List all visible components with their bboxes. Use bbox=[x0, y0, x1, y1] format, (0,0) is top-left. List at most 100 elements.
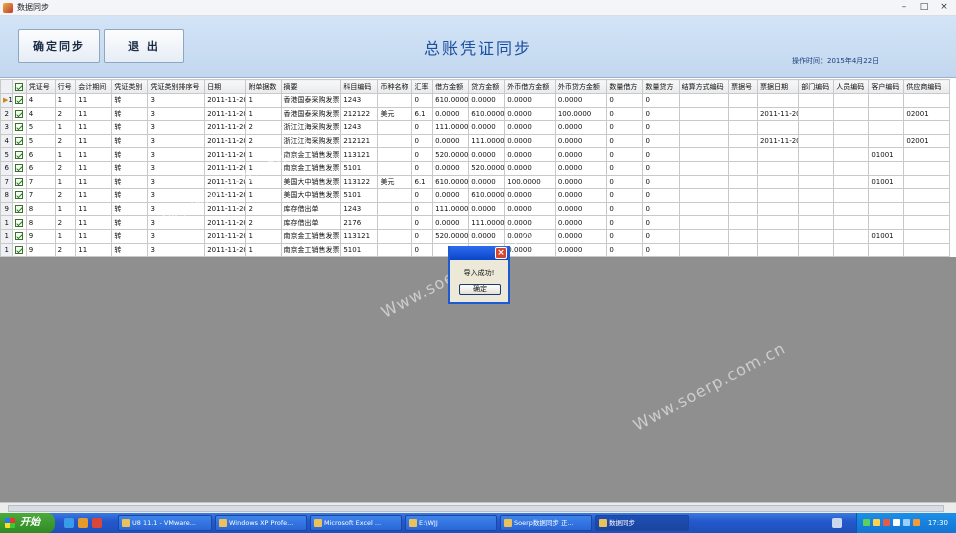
taskbar-item-vmware[interactable]: U8 11.1 - VMware... bbox=[118, 515, 212, 531]
table-cell[interactable] bbox=[798, 174, 835, 190]
table-cell[interactable]: 1 bbox=[245, 106, 282, 122]
column-header[interactable]: 凭证类别 bbox=[111, 79, 149, 94]
table-cell[interactable]: 0 bbox=[411, 201, 434, 217]
checkbox-checked-icon[interactable] bbox=[15, 137, 24, 146]
tray-icon[interactable] bbox=[903, 519, 910, 526]
quicklaunch-explorer-icon[interactable] bbox=[78, 518, 88, 528]
table-cell[interactable]: 2011-11-20 bbox=[204, 93, 247, 108]
table-cell[interactable]: 0 bbox=[606, 215, 644, 230]
table-cell[interactable]: 4 bbox=[25, 106, 56, 122]
table-cell[interactable]: 0.0000 bbox=[432, 133, 470, 149]
table-cell[interactable]: 2011-11-20 bbox=[204, 215, 247, 230]
column-header[interactable]: 供应商编码 bbox=[903, 79, 950, 94]
tray-icon[interactable] bbox=[883, 519, 890, 526]
table-cell[interactable]: 0 bbox=[642, 242, 680, 257]
table-cell[interactable] bbox=[728, 242, 758, 257]
taskbar-item-excel[interactable]: Microsoft Excel ... bbox=[310, 515, 402, 531]
column-header[interactable]: 汇率 bbox=[411, 79, 434, 94]
table-cell[interactable] bbox=[678, 147, 730, 162]
table-cell[interactable] bbox=[678, 228, 730, 244]
table-row[interactable]: 2 4 2 11 转 3 2011-11-20 1 香港国泰采购发票 212122 美元 6.1 0.0… bbox=[0, 106, 950, 122]
tray-icon[interactable] bbox=[873, 519, 880, 526]
row-checkbox[interactable] bbox=[12, 228, 27, 244]
table-cell[interactable]: 0 bbox=[642, 147, 680, 162]
column-header[interactable]: 票据号 bbox=[728, 79, 758, 94]
table-cell[interactable] bbox=[678, 93, 730, 108]
table-cell[interactable]: 0 bbox=[606, 188, 644, 203]
table-cell[interactable] bbox=[868, 120, 905, 135]
table-cell[interactable] bbox=[903, 93, 950, 108]
table-cell[interactable]: 3 bbox=[147, 160, 206, 176]
tray-icon[interactable] bbox=[893, 519, 900, 526]
table-cell[interactable]: 0 bbox=[411, 133, 434, 149]
table-cell[interactable]: 2011-11-20 bbox=[756, 133, 800, 149]
table-cell[interactable] bbox=[756, 120, 800, 135]
column-header[interactable]: 日期 bbox=[204, 79, 247, 94]
table-cell[interactable] bbox=[868, 160, 905, 176]
table-cell[interactable] bbox=[728, 133, 758, 149]
table-cell[interactable]: 3 bbox=[147, 133, 206, 149]
table-cell[interactable]: 11 bbox=[75, 215, 113, 230]
table-cell[interactable]: 0.0000 bbox=[554, 215, 608, 230]
table-cell[interactable]: 转 bbox=[111, 242, 149, 257]
table-cell[interactable]: 转 bbox=[111, 133, 149, 149]
table-row[interactable]: 9 8 1 11 转 3 2011-11-20 2 库存借出单 1243 0 111.0000 0.00… bbox=[0, 201, 950, 217]
table-cell[interactable] bbox=[678, 201, 730, 217]
table-cell[interactable]: 11 bbox=[75, 174, 113, 190]
table-cell[interactable]: 0.0000 bbox=[504, 201, 556, 217]
checkbox-checked-icon[interactable] bbox=[15, 123, 24, 132]
table-cell[interactable]: 0.0000 bbox=[432, 215, 470, 230]
table-cell[interactable]: 0 bbox=[642, 228, 680, 244]
table-cell[interactable]: 610.0000 bbox=[432, 174, 470, 190]
row-checkbox[interactable] bbox=[12, 93, 27, 108]
table-cell[interactable] bbox=[728, 106, 758, 122]
table-cell[interactable]: 100.0000 bbox=[554, 106, 608, 122]
table-cell[interactable] bbox=[833, 106, 870, 122]
table-cell[interactable]: 2 bbox=[54, 242, 77, 257]
row-header[interactable]: 2 bbox=[0, 106, 14, 122]
row-header[interactable]: 1 bbox=[0, 242, 14, 257]
checkbox-checked-icon[interactable] bbox=[15, 150, 24, 159]
column-header[interactable]: 币种名称 bbox=[377, 79, 413, 94]
scrollbar-thumb[interactable] bbox=[8, 505, 944, 512]
table-cell[interactable] bbox=[868, 201, 905, 217]
voucher-grid[interactable]: 凭证号 行号 会计期间 凭证类别 凭证类别排序号 日期 附单据数 摘要 科目编码 币种名称 汇率 借方… bbox=[0, 79, 956, 257]
table-cell[interactable]: 南京金工销售发票 bbox=[280, 160, 342, 176]
table-cell[interactable]: 0.0000 bbox=[432, 188, 470, 203]
table-cell[interactable]: 3 bbox=[147, 201, 206, 217]
table-cell[interactable]: 0 bbox=[606, 201, 644, 217]
table-cell[interactable]: 0 bbox=[642, 106, 680, 122]
table-cell[interactable]: 2 bbox=[54, 133, 77, 149]
tray-icon[interactable] bbox=[913, 519, 920, 526]
table-row[interactable]: ▶1 4 1 11 转 3 2011-11-20 1 香港国泰采购发票 1243 0 610.0000… bbox=[0, 93, 950, 108]
table-cell[interactable] bbox=[868, 106, 905, 122]
table-cell[interactable] bbox=[903, 228, 950, 244]
table-cell[interactable]: 3 bbox=[147, 106, 206, 122]
table-cell[interactable]: 02001 bbox=[903, 106, 950, 122]
table-cell[interactable]: 113121 bbox=[340, 147, 379, 162]
table-cell[interactable] bbox=[798, 242, 835, 257]
table-cell[interactable]: 香港国泰采购发票 bbox=[280, 106, 342, 122]
table-cell[interactable]: 4 bbox=[25, 93, 56, 108]
taskbar-item-soerp-sync[interactable]: Soerp数据同步 正... bbox=[500, 515, 592, 531]
row-header[interactable]: 7 bbox=[0, 174, 14, 190]
table-cell[interactable]: 0.0000 bbox=[504, 215, 556, 230]
table-cell[interactable]: 0.0000 bbox=[554, 174, 608, 190]
table-cell[interactable]: 3 bbox=[147, 174, 206, 190]
table-cell[interactable]: 11 bbox=[75, 201, 113, 217]
table-cell[interactable] bbox=[377, 120, 413, 135]
table-cell[interactable]: 0.0000 bbox=[504, 242, 556, 257]
tray-icon[interactable] bbox=[863, 519, 870, 526]
table-cell[interactable] bbox=[756, 93, 800, 108]
table-cell[interactable]: 0 bbox=[411, 215, 434, 230]
table-cell[interactable]: 610.0000 bbox=[468, 106, 506, 122]
table-cell[interactable] bbox=[833, 242, 870, 257]
table-cell[interactable]: 0.0000 bbox=[504, 120, 556, 135]
table-cell[interactable]: 1243 bbox=[340, 93, 379, 108]
table-cell[interactable] bbox=[798, 160, 835, 176]
table-cell[interactable]: 0.0000 bbox=[504, 133, 556, 149]
table-cell[interactable]: 8 bbox=[25, 215, 56, 230]
table-row[interactable]: 1 9 1 11 转 3 2011-11-20 1 南京金工销售发票 113121 0 520.000… bbox=[0, 228, 950, 244]
table-cell[interactable]: 转 bbox=[111, 215, 149, 230]
column-header[interactable]: 贷方金额 bbox=[468, 79, 506, 94]
